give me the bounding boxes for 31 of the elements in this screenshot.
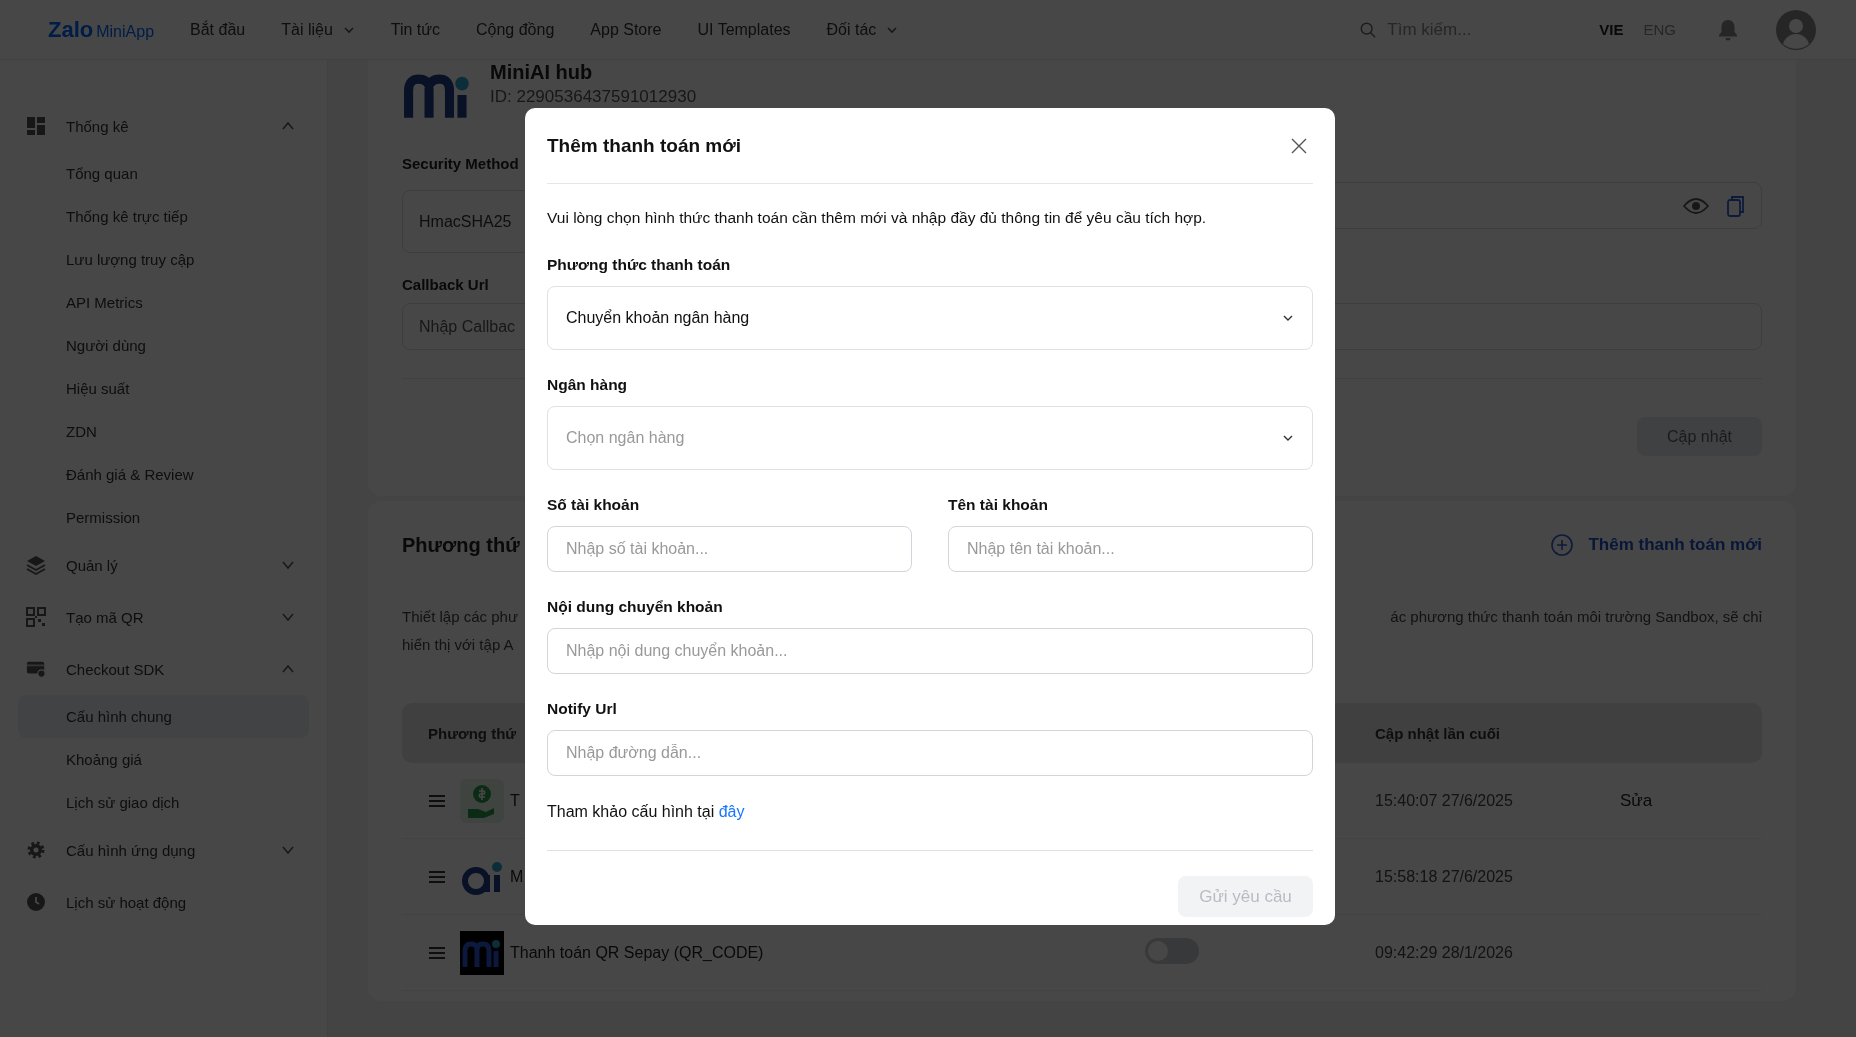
reference-text: Tham khảo cấu hình tại đây [547, 802, 746, 822]
nav-link[interactable]: Bắt đầu [190, 20, 246, 39]
input-field[interactable]: Nhập số tài khoản... [547, 526, 912, 572]
nav-link[interactable]: Tin tức [390, 20, 440, 39]
field-label: Notify Url [547, 699, 618, 719]
field-label: Nội dung chuyển khoản [547, 597, 724, 617]
nav-link[interactable]: Cộng đồng [476, 20, 555, 39]
field-label: Phương thức thanh toán [547, 255, 732, 275]
section-title: Phương thứ [402, 533, 520, 557]
reference-link[interactable]: đây [718, 803, 745, 820]
nav-link[interactable]: UI Templates [697, 20, 791, 39]
dialog-title: Thêm thanh toán mới [547, 134, 741, 157]
input-field[interactable]: Nhập đường dẫn... [547, 730, 1313, 776]
payment-name: Thanh toán QR Sepay (QR_CODE) [510, 943, 764, 962]
select-field[interactable]: Chuyển khoản ngân hàng [547, 286, 1313, 350]
dialog-description: Vui lòng chọn hình thức thanh toán cần thêm mới và nhập đầy đủ thông tin để yêu cầu tích hợp. [547, 208, 1208, 228]
payment-name: T [510, 791, 520, 810]
field-label: Security Method [402, 154, 519, 174]
payment-name: M [510, 867, 524, 886]
nav-link[interactable]: App Store [590, 20, 662, 39]
edit-link[interactable]: Sửa [1620, 790, 1653, 810]
field-label: Callback Url [402, 275, 489, 295]
select-field[interactable]: Chọn ngân hàng [547, 406, 1313, 470]
input-field[interactable]: Nhập tên tài khoản... [948, 526, 1313, 572]
input-field[interactable]: Nhập nội dung chuyển khoản... [547, 628, 1313, 674]
close-icon[interactable] [1291, 137, 1307, 154]
app-name: MiniAI hub [490, 60, 594, 84]
language-option[interactable]: VIE [1599, 21, 1624, 38]
field-label: Ngân hàng [547, 375, 629, 395]
field-label: Số tài khoản [547, 495, 641, 515]
field-label: Tên tài khoản [948, 495, 1049, 515]
